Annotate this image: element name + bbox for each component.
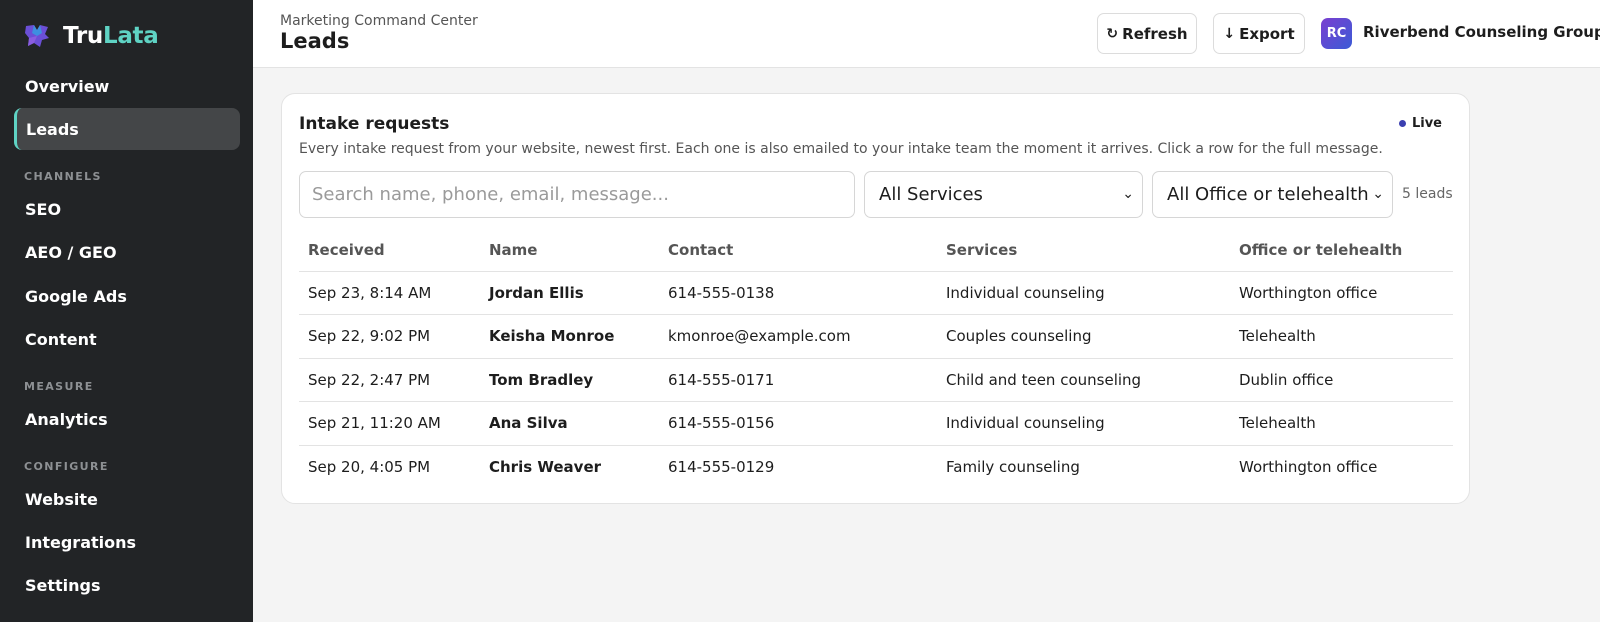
brand-name: TruLata bbox=[63, 23, 159, 49]
search-input[interactable] bbox=[299, 171, 855, 218]
arrow-down-icon: ↓ bbox=[1223, 25, 1236, 42]
card-description: Every intake request from your website, … bbox=[299, 141, 1383, 157]
live-indicator: Live bbox=[1398, 116, 1442, 131]
card-title: Intake requests bbox=[299, 114, 450, 134]
cell-name: Tom Bradley bbox=[480, 358, 659, 402]
chevron-down-icon: ⌄ bbox=[1372, 186, 1384, 202]
sidebar-item-aeo-geo[interactable]: AEO / GEO bbox=[14, 231, 240, 273]
sidebar-item-website[interactable]: Website bbox=[14, 478, 240, 520]
cell-office: Worthington office bbox=[1239, 458, 1378, 476]
page-title: Leads bbox=[280, 29, 350, 53]
cell-name: Keisha Monroe bbox=[480, 314, 659, 359]
column-header-name[interactable]: Name bbox=[480, 230, 659, 272]
sidebar-item-integrations[interactable]: Integrations bbox=[14, 521, 240, 563]
brand[interactable]: TruLata bbox=[23, 22, 159, 50]
cell-received: Sep 22, 9:02 PM bbox=[299, 314, 480, 359]
cell-contact: 614-555-0138 bbox=[659, 271, 937, 315]
sidebar-item-leads[interactable]: Leads bbox=[14, 108, 240, 150]
cell-service: Couples counseling bbox=[937, 314, 1230, 359]
column-header-contact[interactable]: Contact bbox=[659, 230, 937, 272]
cell-office: Worthington office bbox=[1230, 271, 1453, 315]
sidebar-item-analytics[interactable]: Analytics bbox=[14, 398, 240, 440]
column-header-office[interactable]: Office or telehealth bbox=[1230, 230, 1453, 272]
page-header: Marketing Command Center Leads ↻ Refresh… bbox=[253, 0, 1600, 68]
cell-service: Individual counseling bbox=[937, 271, 1230, 315]
sidebar-item-overview[interactable]: Overview bbox=[14, 65, 240, 107]
cell-service: Individual counseling bbox=[937, 401, 1230, 446]
table-row[interactable]: Sep 20, 4:05 PM Chris Weaver 614-555-012… bbox=[299, 445, 1453, 489]
cell-service: Child and teen counseling bbox=[937, 358, 1230, 402]
lead-count: 5 leads bbox=[1402, 186, 1453, 202]
chevron-down-icon: ⌄ bbox=[1122, 186, 1134, 202]
table-row[interactable]: Sep 21, 11:20 AM Ana Silva 614-555-0156 … bbox=[299, 401, 1453, 446]
cell-contact: kmonroe@example.com bbox=[659, 314, 937, 359]
org-name[interactable]: Riverbend Counseling Group bbox=[1363, 23, 1600, 41]
sidebar: TruLata Overview Leads CHANNELS SEO AEO … bbox=[0, 0, 253, 622]
cell-name: Chris Weaver bbox=[489, 458, 602, 476]
refresh-icon: ↻ bbox=[1106, 25, 1119, 42]
brand-logo-icon bbox=[25, 25, 49, 47]
live-dot-icon bbox=[1398, 120, 1406, 127]
intake-requests-card: Intake requests Live Every intake reques… bbox=[281, 93, 1470, 504]
sidebar-item-settings[interactable]: Settings bbox=[14, 564, 240, 606]
cell-received: Sep 23, 8:14 AM bbox=[299, 271, 480, 315]
export-button[interactable]: ↓ Export bbox=[1213, 13, 1305, 54]
table-row[interactable]: Sep 22, 2:47 PM Tom Bradley 614-555-0171… bbox=[299, 358, 1453, 402]
cell-service: Family counseling bbox=[946, 458, 1080, 476]
table-row[interactable]: Sep 22, 9:02 PM Keisha Monroe kmonroe@ex… bbox=[299, 314, 1453, 359]
column-header-services[interactable]: Services bbox=[937, 230, 1230, 272]
sidebar-section-configure: CONFIGURE bbox=[24, 460, 109, 473]
office-filter-select[interactable]: All Office or telehealth ⌄ bbox=[1152, 171, 1393, 218]
cell-contact: 614-555-0156 bbox=[659, 401, 937, 446]
leads-table: Received Name Contact Services Office or… bbox=[299, 230, 1453, 489]
refresh-button[interactable]: ↻ Refresh bbox=[1097, 13, 1197, 54]
sidebar-item-seo[interactable]: SEO bbox=[14, 188, 240, 230]
cell-received: Sep 21, 11:20 AM bbox=[299, 401, 480, 446]
avatar[interactable]: RC bbox=[1321, 18, 1352, 49]
table-row[interactable]: Sep 23, 8:14 AM Jordan Ellis 614-555-013… bbox=[299, 271, 1453, 315]
sidebar-section-measure: MEASURE bbox=[24, 380, 94, 393]
cell-office: Dublin office bbox=[1230, 358, 1453, 402]
cell-office: Telehealth bbox=[1230, 314, 1453, 359]
cell-name: Ana Silva bbox=[480, 401, 659, 446]
column-header-received[interactable]: Received bbox=[299, 230, 480, 272]
cell-name: Jordan Ellis bbox=[480, 271, 659, 315]
breadcrumb: Marketing Command Center bbox=[280, 13, 478, 29]
sidebar-item-content[interactable]: Content bbox=[14, 318, 240, 360]
cell-contact: 614-555-0171 bbox=[659, 358, 937, 402]
cell-office: Telehealth bbox=[1230, 401, 1453, 446]
services-filter-select[interactable]: All Services ⌄ bbox=[864, 171, 1143, 218]
cell-contact: 614-555-0129 bbox=[668, 458, 775, 476]
cell-received: Sep 20, 4:05 PM bbox=[308, 458, 431, 476]
table-header-row: Received Name Contact Services Office or… bbox=[299, 230, 1453, 272]
sidebar-item-google-ads[interactable]: Google Ads bbox=[14, 275, 240, 317]
sidebar-section-channels: CHANNELS bbox=[24, 170, 102, 183]
cell-received: Sep 22, 2:47 PM bbox=[299, 358, 480, 402]
